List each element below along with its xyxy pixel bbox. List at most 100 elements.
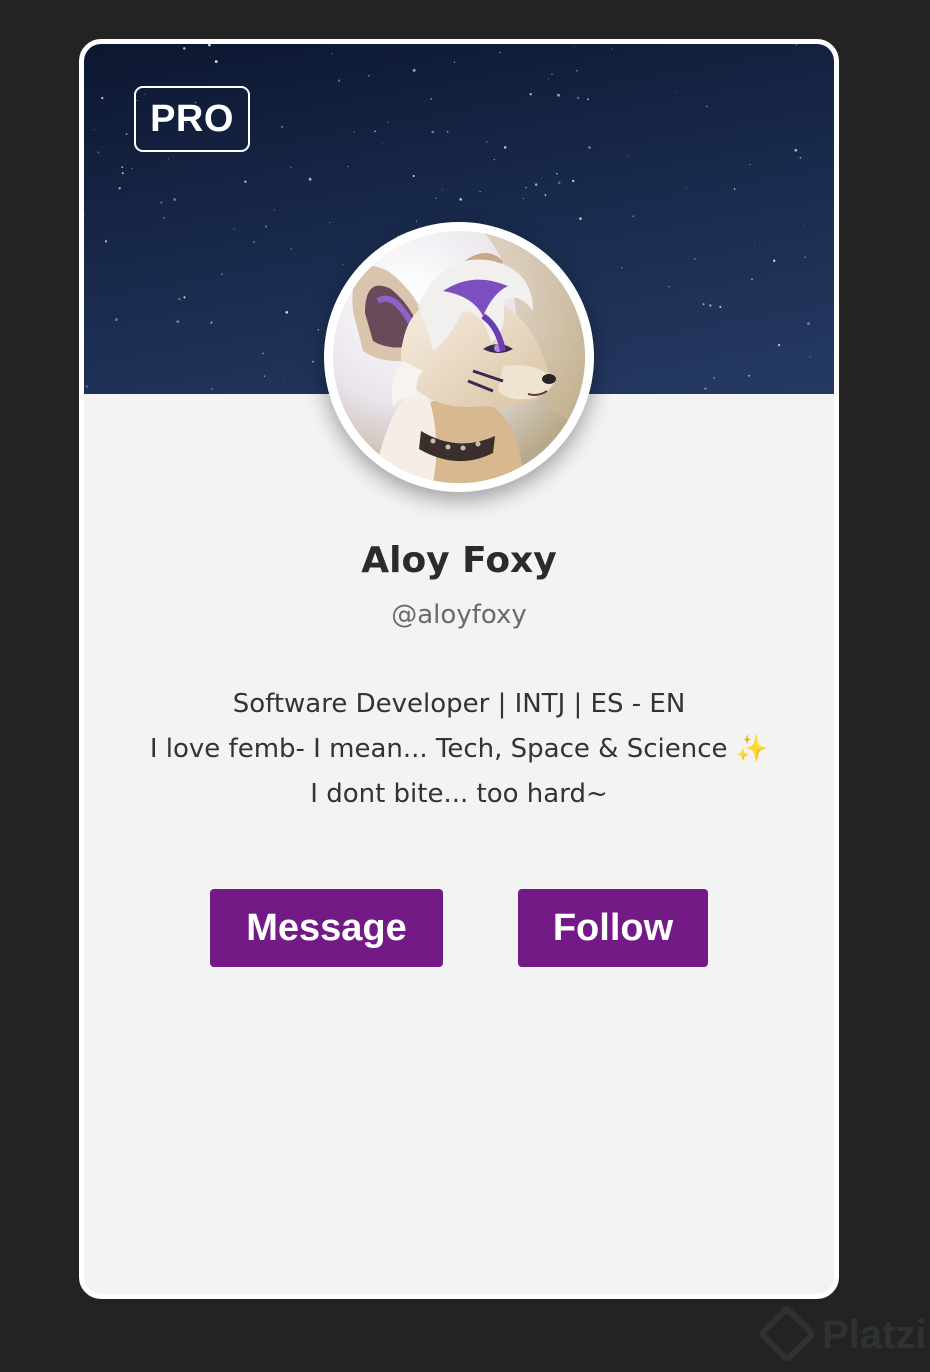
star	[702, 303, 705, 306]
star	[210, 388, 213, 390]
star	[167, 158, 170, 160]
star	[719, 305, 722, 308]
star	[263, 375, 266, 377]
star	[754, 242, 756, 244]
star	[525, 187, 527, 189]
star	[551, 73, 553, 76]
star	[557, 93, 560, 97]
star	[317, 328, 320, 331]
profile-card: PRO Aloy Foxy @aloyfoxy Software Develop…	[79, 39, 839, 1299]
star	[264, 225, 268, 228]
pro-badge: PRO	[134, 86, 250, 152]
star	[705, 105, 708, 108]
star	[586, 98, 590, 101]
star	[210, 56, 211, 58]
star	[304, 393, 306, 394]
star	[121, 166, 123, 168]
fox-avatar-image	[333, 231, 585, 483]
star	[386, 121, 389, 123]
star	[381, 142, 383, 144]
star	[290, 166, 292, 169]
bio-line-3: I dont bite... too hard~	[310, 779, 608, 809]
star	[804, 256, 806, 258]
star	[431, 130, 434, 134]
star	[233, 227, 235, 230]
star	[210, 321, 213, 324]
star	[368, 74, 371, 77]
star	[221, 273, 223, 275]
star	[163, 216, 166, 219]
avatar[interactable]	[324, 222, 594, 492]
star	[627, 155, 629, 157]
star	[493, 159, 495, 161]
star	[121, 172, 124, 175]
star	[571, 179, 575, 183]
star	[544, 194, 547, 196]
star	[173, 198, 177, 201]
star	[93, 129, 95, 131]
star	[576, 69, 579, 72]
star	[84, 213, 85, 216]
fox-illustration	[333, 231, 585, 483]
star	[676, 91, 678, 93]
platzi-logo-icon	[757, 1304, 817, 1365]
star	[541, 178, 543, 179]
star	[176, 320, 180, 323]
star	[809, 356, 811, 358]
star	[557, 181, 561, 185]
star	[118, 187, 121, 190]
star	[795, 44, 798, 46]
star	[283, 378, 285, 380]
star	[556, 172, 558, 175]
star	[772, 259, 776, 262]
message-button[interactable]: Message	[210, 889, 443, 967]
star	[252, 240, 256, 244]
star	[183, 296, 186, 299]
star	[748, 374, 750, 377]
star	[290, 248, 292, 250]
star	[308, 177, 312, 181]
star	[442, 188, 443, 190]
star	[273, 209, 275, 211]
star	[415, 220, 417, 222]
star	[503, 146, 507, 149]
star	[183, 47, 186, 50]
star	[244, 180, 247, 183]
star	[803, 223, 805, 225]
star	[576, 96, 580, 100]
star	[104, 240, 108, 243]
star	[280, 125, 284, 129]
star	[632, 215, 634, 217]
star	[453, 61, 456, 63]
star	[548, 78, 550, 80]
star	[693, 258, 696, 260]
star	[85, 385, 88, 388]
star	[331, 53, 333, 55]
star	[97, 151, 100, 154]
star	[353, 131, 355, 133]
star	[794, 148, 798, 152]
follow-button[interactable]: Follow	[518, 889, 708, 967]
star	[329, 222, 331, 224]
star	[208, 44, 211, 47]
star	[214, 60, 218, 63]
star	[588, 146, 591, 149]
star	[312, 360, 315, 363]
star	[534, 183, 538, 186]
star	[522, 197, 524, 199]
star	[777, 343, 781, 347]
star	[262, 352, 264, 355]
profile-handle: @aloyfoxy	[391, 600, 527, 630]
star	[611, 48, 613, 50]
profile-name: Aloy Foxy	[361, 540, 557, 581]
star	[412, 175, 415, 177]
bio-line-2-text: I love femb- I mean... Tech, Space & Sci…	[149, 734, 728, 764]
star	[807, 322, 810, 325]
star	[342, 264, 344, 266]
star	[114, 318, 118, 322]
star	[733, 188, 736, 190]
star	[337, 79, 341, 82]
bio-line-2: I love femb- I mean... Tech, Space & Sci…	[84, 727, 834, 772]
sparkles-emoji-icon: ✨	[735, 734, 769, 764]
star	[479, 190, 481, 193]
